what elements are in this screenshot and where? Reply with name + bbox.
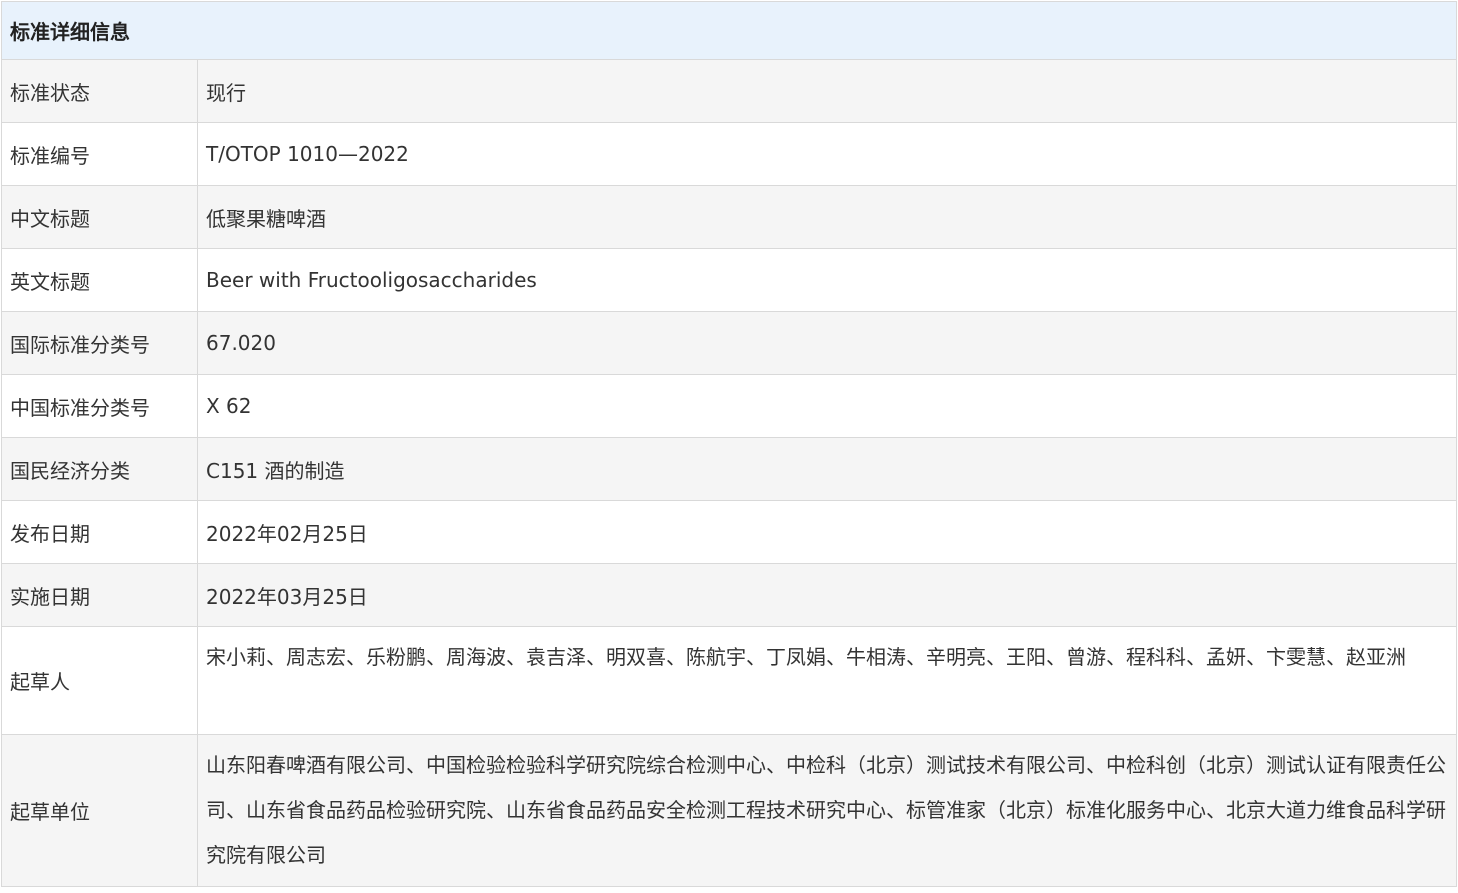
row-value: C151 酒的制造	[206, 458, 345, 483]
table-row-implement-date: 实施日期 2022年03月25日	[2, 564, 1456, 627]
table-row-drafting-units: 起草单位 山东阳春啤酒有限公司、中国检验检验科学研究院综合检测中心、中检科（北京…	[2, 735, 1456, 887]
row-value: 2022年03月25日	[206, 584, 368, 609]
table-title: 标准详细信息	[10, 20, 130, 44]
row-value: 宋小莉、周志宏、乐粉鹏、周海波、袁吉泽、明双喜、陈航宇、丁凤娟、牛相涛、辛明亮、…	[206, 645, 1406, 669]
row-label: 中国标准分类号	[2, 375, 198, 437]
row-label: 起草单位	[2, 735, 198, 886]
row-label: 中文标题	[2, 186, 198, 248]
row-value: T/OTOP 1010—2022	[206, 142, 409, 166]
row-label: 标准状态	[2, 60, 198, 122]
row-label: 英文标题	[2, 249, 198, 311]
row-label: 实施日期	[2, 564, 198, 626]
table-row-chinese-title: 中文标题 低聚果糖啤酒	[2, 186, 1456, 249]
row-value: 现行	[206, 80, 246, 105]
table-row-drafters: 起草人 宋小莉、周志宏、乐粉鹏、周海波、袁吉泽、明双喜、陈航宇、丁凤娟、牛相涛、…	[2, 627, 1456, 735]
table-row-ccs: 中国标准分类号 X 62	[2, 375, 1456, 438]
table-row-number: 标准编号 T/OTOP 1010—2022	[2, 123, 1456, 186]
table-header: 标准详细信息	[2, 1, 1456, 60]
row-value: 山东阳春啤酒有限公司、中国检验检验科学研究院综合检测中心、中检科（北京）测试技术…	[206, 753, 1446, 867]
row-label: 起草人	[2, 627, 198, 734]
row-value: 低聚果糖啤酒	[206, 206, 326, 231]
table-row-ics: 国际标准分类号 67.020	[2, 312, 1456, 375]
table-row-english-title: 英文标题 Beer with Fructooligosaccharides	[2, 249, 1456, 312]
standard-details-table: 标准详细信息 标准状态 现行 标准编号 T/OTOP 1010—2022 中文标…	[1, 1, 1457, 887]
row-label: 发布日期	[2, 501, 198, 563]
table-row-economic-class: 国民经济分类 C151 酒的制造	[2, 438, 1456, 501]
table-row-status: 标准状态 现行	[2, 60, 1456, 123]
row-label: 国民经济分类	[2, 438, 198, 500]
row-value: 2022年02月25日	[206, 521, 368, 546]
row-value: X 62	[206, 394, 252, 418]
row-label: 标准编号	[2, 123, 198, 185]
table-row-publish-date: 发布日期 2022年02月25日	[2, 501, 1456, 564]
row-label: 国际标准分类号	[2, 312, 198, 374]
row-value: Beer with Fructooligosaccharides	[206, 268, 537, 292]
row-value: 67.020	[206, 331, 276, 355]
